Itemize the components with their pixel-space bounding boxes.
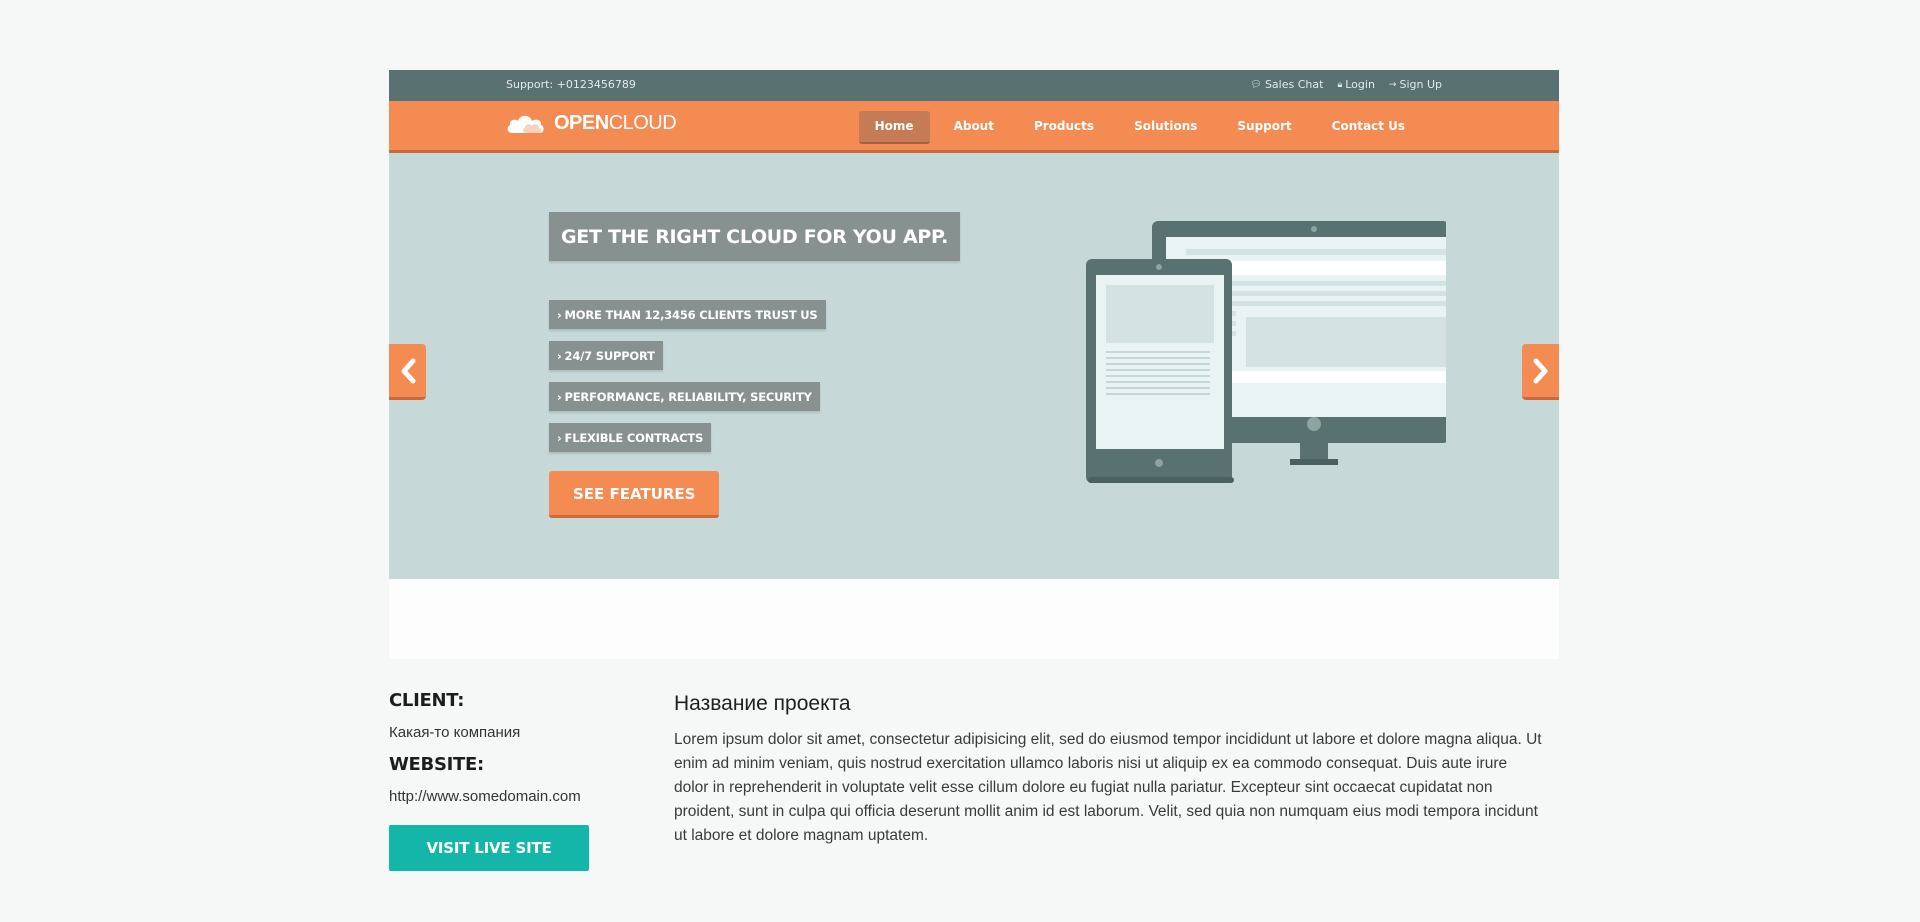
sales-chat-link[interactable]: 💬︎ Sales Chat bbox=[1251, 78, 1324, 91]
main-navbar: OPEN CLOUD Home About Products Solutions … bbox=[389, 101, 1559, 153]
cloud-icon bbox=[507, 115, 544, 133]
project-description: Lorem ipsum dolor sit amet, consectetur … bbox=[674, 731, 1542, 844]
feature-badge: › 24/7 SUPPORT bbox=[549, 341, 663, 370]
nav-solutions[interactable]: Solutions bbox=[1118, 111, 1213, 144]
website-label: WEBSITE: bbox=[389, 754, 484, 775]
slider-prev-button[interactable] bbox=[389, 344, 426, 400]
client-value: Какая-то компания bbox=[389, 724, 521, 741]
project-screenshot: Support: +0123456789 💬︎ Sales Chat 🔒︎ Logi… bbox=[389, 70, 1559, 659]
chevron-right-icon: › bbox=[557, 431, 562, 445]
chevron-right-icon: › bbox=[557, 308, 562, 322]
signup-link[interactable]: → Sign Up bbox=[1389, 78, 1442, 91]
devices-illustration bbox=[1086, 221, 1446, 483]
nav-about[interactable]: About bbox=[938, 111, 1010, 144]
feature-badge: › MORE THAN 12,3456 CLIENTS TRUST US bbox=[549, 300, 826, 329]
logo-light-text: CLOUD bbox=[608, 111, 677, 134]
nav-contact-us[interactable]: Contact Us bbox=[1316, 111, 1421, 144]
nav-home[interactable]: Home bbox=[858, 111, 930, 144]
top-links: 💬︎ Sales Chat 🔒︎ Login → Sign Up bbox=[1251, 78, 1442, 91]
feature-badge: › FLEXIBLE CONTRACTS bbox=[549, 423, 712, 452]
chevron-right-icon bbox=[1533, 358, 1547, 383]
nav-support[interactable]: Support bbox=[1221, 111, 1307, 144]
chevron-right-icon: › bbox=[557, 349, 562, 363]
feature-badge: › PERFORMANCE, RELIABILITY, SECURITY bbox=[549, 382, 820, 411]
website-value[interactable]: http://www.somedomain.com bbox=[389, 788, 609, 805]
project-meta: CLIENT: Какая-то компания WEBSITE: http:… bbox=[389, 690, 609, 871]
chat-icon: 💬︎ bbox=[1250, 79, 1262, 90]
lock-icon: 🔒︎ bbox=[1337, 79, 1343, 90]
slider-next-button[interactable] bbox=[1522, 344, 1559, 400]
chevron-left-icon bbox=[401, 358, 415, 383]
login-link[interactable]: 🔒︎ Login bbox=[1337, 78, 1374, 91]
nav-products[interactable]: Products bbox=[1018, 111, 1110, 144]
hero-slider: GET THE RIGHT CLOUD FOR YOU APP. › MORE T… bbox=[389, 153, 1559, 659]
main-menu: Home About Products Solutions Support Co… bbox=[858, 111, 1421, 144]
hero-headline: GET THE RIGHT CLOUD FOR YOU APP. bbox=[549, 212, 961, 261]
support-phone: Support: +0123456789 bbox=[506, 78, 636, 91]
project-title: Название проекта bbox=[674, 692, 851, 715]
opencloud-logo[interactable]: OPEN CLOUD bbox=[506, 111, 677, 135]
top-bar: Support: +0123456789 💬︎ Sales Chat 🔒︎ Logi… bbox=[389, 70, 1559, 101]
client-label: CLIENT: bbox=[389, 690, 465, 711]
chevron-right-icon: › bbox=[557, 390, 562, 404]
visit-live-site-button[interactable]: VISIT LIVE SITE bbox=[389, 825, 589, 871]
see-features-button[interactable]: SEE FEATURES bbox=[549, 471, 720, 518]
sign-in-icon: → bbox=[1388, 79, 1397, 90]
logo-bold-text: OPEN bbox=[554, 111, 609, 134]
project-description-block: Название проекта Lorem ipsum dolor sit a… bbox=[674, 692, 1544, 848]
